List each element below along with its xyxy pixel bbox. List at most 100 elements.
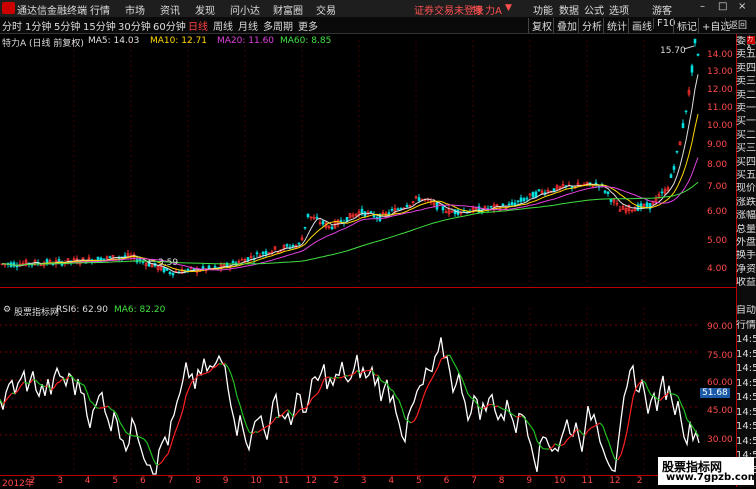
tick-time-label: 14:5 (736, 436, 756, 448)
ma6-segment (567, 437, 570, 440)
ma6-segment (297, 410, 300, 413)
ma6-segment (408, 421, 411, 423)
y-tick: 7.00 (707, 182, 727, 192)
ma6-segment (426, 384, 429, 390)
candle-body (322, 221, 324, 224)
candle-body (490, 206, 492, 207)
gear-icon[interactable]: ⚙ (3, 305, 11, 315)
period-tab[interactable]: 多周期 (263, 18, 293, 33)
ma6-segment (414, 416, 417, 421)
ma6-segment (96, 408, 99, 409)
candle-body (694, 39, 696, 43)
ma6-label: MA6: 82.20 (114, 305, 165, 315)
stock-flag: 力A (747, 36, 755, 44)
quote-field-label: 总量 (736, 224, 756, 236)
x-tick-label: 12 (609, 476, 620, 486)
maximize-icon[interactable]: □ (718, 1, 727, 12)
quote-field-label: 换手 (736, 250, 756, 262)
panel-divider (0, 287, 736, 288)
menu-ask[interactable]: 问小达 (230, 2, 260, 17)
period-tab-more[interactable]: 更多 (298, 18, 318, 33)
period-tab[interactable]: 分时 (2, 18, 22, 33)
menu-quotes[interactable]: 行情 (90, 2, 110, 17)
analyze-button[interactable]: 分析 (578, 18, 602, 33)
candle-body (292, 245, 294, 246)
tick-time-label: 14:5 (736, 392, 756, 404)
ma6-segment (675, 395, 678, 397)
guest-label[interactable]: 游客 (652, 2, 672, 17)
ma6-segment (282, 411, 285, 414)
quote-field-label: 卖二 (736, 90, 756, 102)
candle-body (58, 259, 60, 260)
x-tick-label: 9 (223, 476, 229, 486)
period-tab-active[interactable]: 日线 (188, 18, 208, 33)
stats-button[interactable]: 统计 (603, 18, 627, 33)
candle-body (298, 243, 300, 244)
ma6-segment (621, 444, 624, 454)
draw-button[interactable]: 画线 (628, 18, 652, 33)
ma6-segment (669, 393, 672, 394)
quote-field-label: 买三 (736, 143, 756, 155)
candle-body (673, 166, 675, 169)
candle-body (682, 123, 684, 127)
menu-wealth[interactable]: 财富圈 (273, 2, 303, 17)
ma6-segment (162, 457, 165, 462)
quote-field-label: 净资 (736, 264, 756, 276)
menu-function[interactable]: 功能 (533, 2, 553, 17)
menu-discover[interactable]: 发现 (195, 2, 215, 17)
ma6-segment (105, 406, 108, 407)
period-tab[interactable]: 1分钟 (25, 18, 51, 33)
period-tab[interactable]: 60分钟 (153, 18, 186, 33)
menu-options[interactable]: 选项 (609, 2, 629, 17)
candle-body (526, 198, 528, 199)
arrow-left-icon: ← (148, 257, 156, 267)
quote-field-label: 卖五 (736, 49, 756, 61)
ma6-segment (285, 410, 288, 412)
tick-mode-label[interactable]: 自动 (736, 305, 756, 317)
candle-body (256, 253, 258, 254)
ma6-segment (441, 358, 444, 360)
minimize-icon[interactable]: – (700, 1, 705, 12)
ma6-segment (150, 450, 153, 458)
period-tab[interactable]: 月线 (238, 18, 258, 33)
ma10-line (2, 114, 698, 272)
candle-body (304, 227, 306, 228)
back-button[interactable]: 返回 (725, 18, 747, 31)
chevron-down-icon[interactable]: ▼ (505, 3, 512, 13)
x-tick-label: 7 (471, 476, 477, 486)
close-icon[interactable]: × (738, 1, 746, 12)
candle-body (391, 209, 393, 210)
overlay-button[interactable]: 叠加 (553, 18, 577, 33)
menu-news[interactable]: 资讯 (160, 2, 180, 17)
ma6-segment (363, 371, 366, 372)
ma6-segment (396, 397, 399, 401)
menu-trade[interactable]: 交易 (316, 2, 336, 17)
ma6-segment (207, 371, 210, 372)
y-tick: 9.00 (707, 140, 727, 150)
adjust-button[interactable]: 复权 (528, 18, 552, 33)
menu-formula[interactable]: 公式 (584, 2, 604, 17)
period-tab[interactable]: 5分钟 (54, 18, 80, 33)
indicator-title[interactable]: 股票指标网 (14, 305, 59, 318)
candlestick-chart[interactable] (0, 34, 736, 287)
period-tab[interactable]: 30分钟 (118, 18, 151, 33)
x-tick-label: 5 (416, 476, 422, 486)
ma6-segment (204, 373, 207, 374)
rsi-current-value: 51.68 (700, 388, 730, 398)
ma6-segment (660, 397, 663, 400)
menu-market[interactable]: 市场 (125, 2, 145, 17)
period-tab[interactable]: 15分钟 (83, 18, 116, 33)
rsi-chart[interactable] (0, 288, 736, 476)
candle-body (286, 245, 288, 246)
ma6-segment (465, 386, 468, 394)
candle-body (163, 267, 165, 271)
y-tick: 6.00 (707, 207, 727, 217)
tick-mode-label[interactable]: 行情 (736, 320, 756, 332)
ma6-segment (84, 385, 87, 392)
ma6-segment (228, 367, 231, 373)
menu-data[interactable]: 数据 (559, 2, 579, 17)
ma6-segment (273, 417, 276, 421)
rsi6-line (0, 337, 699, 474)
mark-button[interactable]: 标记 (673, 18, 697, 33)
period-tab[interactable]: 周线 (213, 18, 233, 33)
